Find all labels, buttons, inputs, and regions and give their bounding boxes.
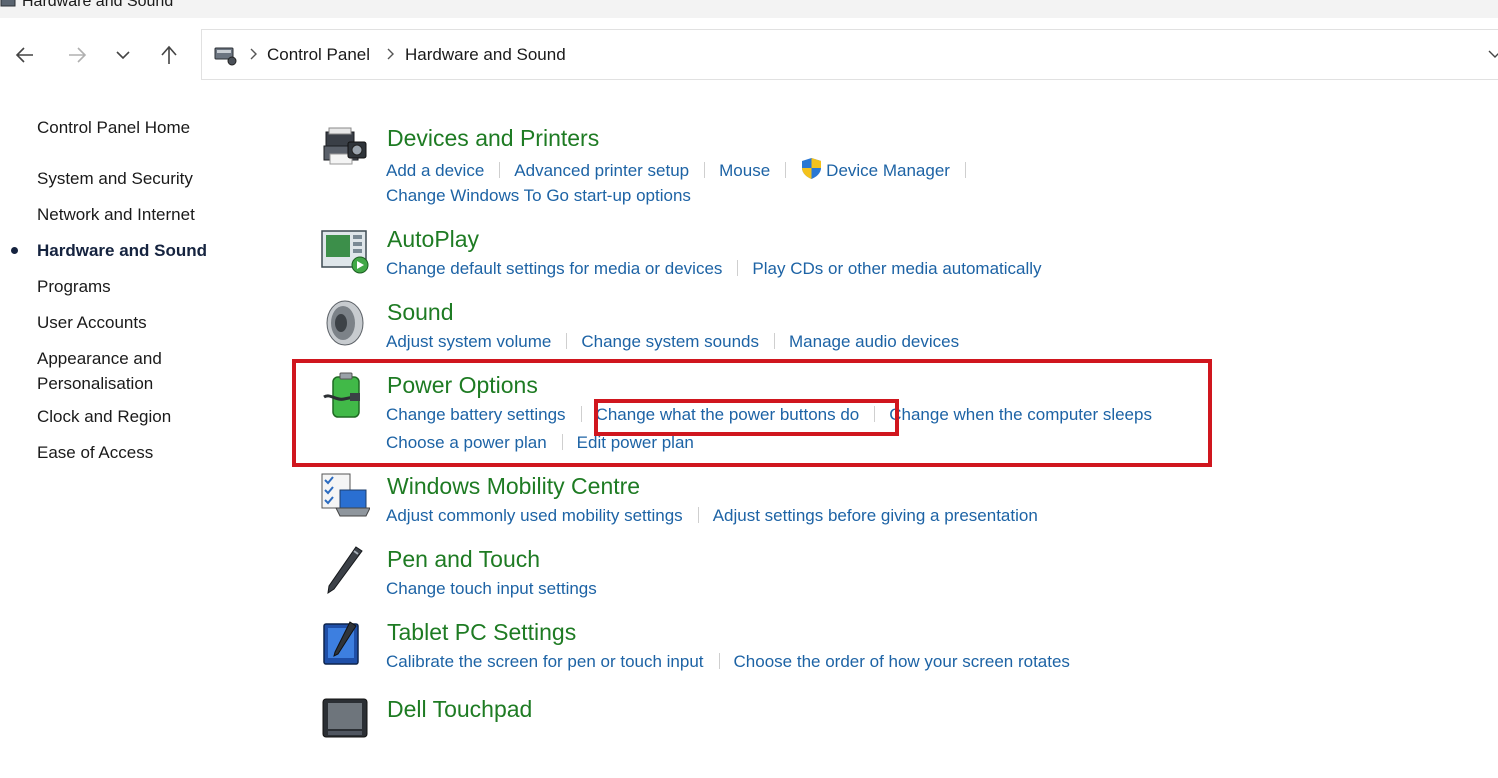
pen-and-touch-heading[interactable]: Pen and Touch xyxy=(387,545,540,573)
printer-icon xyxy=(323,127,367,165)
screen-rotation-order-link[interactable]: Choose the order of how your screen rota… xyxy=(734,652,1070,671)
breadcrumb-hardware-and-sound[interactable]: Hardware and Sound xyxy=(405,45,566,65)
link-separator xyxy=(580,406,582,422)
edit-power-plan-link[interactable]: Edit power plan xyxy=(577,433,694,452)
change-windows-to-go-link[interactable]: Change Windows To Go start-up options xyxy=(386,186,691,205)
uac-shield-icon xyxy=(802,158,822,179)
arrow-left-icon xyxy=(15,47,33,63)
link-separator xyxy=(566,333,568,349)
sidebar-item-system-and-security[interactable]: System and Security xyxy=(37,166,193,191)
change-touch-input-settings-link[interactable]: Change touch input settings xyxy=(386,579,597,598)
control-panel-icon xyxy=(0,0,16,7)
touchpad-icon xyxy=(322,698,368,738)
change-system-sounds-link[interactable]: Change system sounds xyxy=(581,332,759,351)
link-separator xyxy=(774,333,775,349)
title-bar: Hardware and Sound xyxy=(0,0,1498,18)
speaker-icon xyxy=(326,300,364,346)
breadcrumb-control-panel[interactable]: Control Panel xyxy=(267,45,370,65)
link-separator xyxy=(874,406,876,422)
link-separator xyxy=(718,653,720,669)
tablet-pc-settings-heading[interactable]: Tablet PC Settings xyxy=(387,618,576,646)
adjust-system-volume-link[interactable]: Adjust system volume xyxy=(386,332,551,351)
mouse-link[interactable]: Mouse xyxy=(719,161,770,180)
change-default-media-settings-link[interactable]: Change default settings for media or dev… xyxy=(386,259,722,278)
sidebar-item-user-accounts[interactable]: User Accounts xyxy=(37,310,147,335)
autoplay-heading[interactable]: AutoPlay xyxy=(387,225,479,253)
windows-mobility-centre-heading[interactable]: Windows Mobility Centre xyxy=(387,472,640,500)
chevron-down-icon[interactable] xyxy=(1487,48,1498,60)
link-separator xyxy=(561,434,563,450)
change-battery-settings-link[interactable]: Change battery settings xyxy=(386,405,566,424)
sidebar-item-hardware-and-sound[interactable]: Hardware and Sound xyxy=(37,238,207,263)
sidebar-item-ease-of-access[interactable]: Ease of Access xyxy=(37,440,153,465)
adjust-presentation-settings-link[interactable]: Adjust settings before giving a presenta… xyxy=(713,506,1038,525)
sidebar-item-appearance[interactable]: Appearance and xyxy=(37,346,162,371)
advanced-printer-setup-link[interactable]: Advanced printer setup xyxy=(514,161,689,180)
link-separator xyxy=(737,260,739,276)
tablet-icon xyxy=(323,621,359,665)
forward-button[interactable] xyxy=(62,40,92,70)
sidebar-control-panel-home[interactable]: Control Panel Home xyxy=(37,115,190,140)
back-button[interactable] xyxy=(10,40,40,70)
sidebar-item-programs[interactable]: Programs xyxy=(37,274,111,299)
breadcrumb-separator-icon xyxy=(387,48,394,60)
link-separator xyxy=(785,162,787,178)
play-cds-automatically-link[interactable]: Play CDs or other media automatically xyxy=(752,259,1041,278)
window-title: Hardware and Sound xyxy=(22,0,174,10)
choose-power-plan-link[interactable]: Choose a power plan xyxy=(386,433,547,452)
active-item-bullet xyxy=(11,247,18,254)
navigation-bar: Control Panel Hardware and Sound xyxy=(0,18,1498,94)
devices-and-printers-heading[interactable]: Devices and Printers xyxy=(387,124,599,152)
link-separator xyxy=(704,162,706,178)
sound-heading[interactable]: Sound xyxy=(387,298,454,326)
arrow-right-icon xyxy=(69,47,87,63)
dell-touchpad-heading[interactable]: Dell Touchpad xyxy=(387,695,532,723)
sidebar-item-network-and-internet[interactable]: Network and Internet xyxy=(37,202,195,227)
chevron-down-icon xyxy=(116,51,130,60)
link-separator xyxy=(964,162,966,178)
breadcrumb-separator-icon xyxy=(250,48,257,60)
up-button[interactable] xyxy=(154,40,184,70)
arrow-up-icon xyxy=(161,45,177,64)
sidebar-item-personalisation[interactable]: Personalisation xyxy=(37,371,153,396)
link-separator xyxy=(697,507,699,523)
control-panel-icon xyxy=(214,47,237,66)
change-computer-sleep-link[interactable]: Change when the computer sleeps xyxy=(889,405,1152,424)
autoplay-icon xyxy=(321,230,369,274)
change-power-buttons-link[interactable]: Change what the power buttons do xyxy=(596,405,860,424)
battery-icon xyxy=(323,372,360,418)
adjust-mobility-settings-link[interactable]: Adjust commonly used mobility settings xyxy=(386,506,683,525)
link-separator xyxy=(499,162,501,178)
power-options-heading[interactable]: Power Options xyxy=(387,371,538,399)
pen-icon xyxy=(327,546,363,595)
calibrate-screen-link[interactable]: Calibrate the screen for pen or touch in… xyxy=(386,652,704,671)
address-bar[interactable]: Control Panel Hardware and Sound xyxy=(201,29,1498,80)
device-manager-link[interactable]: Device Manager xyxy=(826,161,950,180)
add-a-device-link[interactable]: Add a device xyxy=(386,161,484,180)
sidebar-item-clock-and-region[interactable]: Clock and Region xyxy=(37,404,171,429)
mobility-centre-icon xyxy=(321,473,370,517)
manage-audio-devices-link[interactable]: Manage audio devices xyxy=(789,332,959,351)
recent-locations-button[interactable] xyxy=(108,40,138,70)
